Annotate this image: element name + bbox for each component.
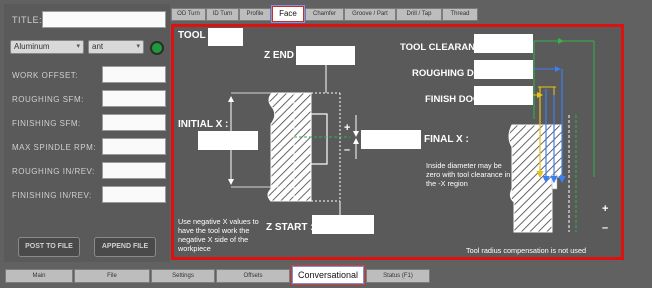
roughing-sfm-label: ROUGHING SFM: (12, 95, 84, 104)
tool-clearance-input[interactable] (474, 34, 533, 53)
tab-groove-part[interactable]: Groove / Part (344, 8, 396, 21)
tab-id-turn[interactable]: ID Turn (206, 8, 239, 21)
finishing-sfm-label: FINISHING SFM: (12, 119, 81, 128)
app-window: TITLE: Aluminum ▾ ant ▾ WORK OFFSET: ROU… (0, 0, 652, 288)
post-to-file-button[interactable]: POST TO FILE (18, 237, 80, 257)
tab-thread[interactable]: Thread (442, 8, 478, 21)
finishing-feed-input[interactable] (102, 186, 166, 203)
face-panel: TOOL : Z END : INITIAL X : + – FINAL X :… (171, 24, 624, 260)
note-tool-radius: Tool radius compensation is not used (466, 246, 587, 255)
final-x-input[interactable] (361, 130, 421, 149)
title-label: TITLE: (12, 15, 43, 25)
tab-main[interactable]: Main (5, 269, 73, 283)
material-select-value: Aluminum (14, 42, 50, 51)
roughing-feed-input[interactable] (102, 162, 166, 179)
z-end-input[interactable] (296, 46, 355, 65)
note-inside-diameter: Inside diameter may be zero with tool cl… (426, 161, 511, 188)
tab-chamfer[interactable]: Chamfer (305, 8, 344, 21)
append-file-button[interactable]: APPEND FILE (94, 237, 156, 257)
work-offset-label: WORK OFFSET: (12, 71, 78, 80)
tab-face[interactable]: Face (272, 6, 304, 22)
note-negative-x: Use negative X values to have the tool w… (178, 217, 259, 253)
z-end-label: Z END : (264, 50, 301, 61)
tab-conversational[interactable]: Conversational (292, 266, 364, 284)
units-select-value: ant (92, 42, 104, 51)
tool-input[interactable] (208, 28, 243, 46)
tab-status[interactable]: Status (F1) (366, 269, 430, 283)
finish-doc-label: FINISH DOC (425, 94, 480, 105)
roughing-doc-input[interactable] (474, 60, 533, 79)
tab-settings[interactable]: Settings (151, 269, 215, 283)
max-spindle-rpm-label: MAX SPINDLE RPM: (12, 143, 97, 152)
finish-doc-input[interactable] (474, 86, 533, 105)
units-select[interactable]: ant ▾ (88, 40, 144, 54)
settings-panel: TITLE: Aluminum ▾ ant ▾ WORK OFFSET: ROU… (4, 4, 170, 262)
chevron-down-icon: ▾ (136, 43, 140, 50)
z-start-label: Z START : (266, 222, 314, 233)
title-input[interactable] (42, 11, 166, 28)
z-start-input[interactable] (312, 215, 374, 234)
initial-x-input[interactable] (198, 131, 258, 150)
tool-label: TOOL : (178, 30, 212, 41)
tab-offsets[interactable]: Offsets (216, 269, 290, 283)
minus-sign-right: – (602, 222, 609, 234)
tab-drill-tap[interactable]: Drill / Tap (396, 8, 442, 21)
minus-sign: – (344, 144, 351, 156)
finishing-sfm-input[interactable] (102, 114, 166, 131)
chevron-down-icon: ▾ (76, 43, 80, 50)
roughing-sfm-input[interactable] (102, 90, 166, 107)
tab-od-turn[interactable]: OD Turn (171, 8, 206, 21)
tab-file[interactable]: File (74, 269, 150, 283)
plus-sign: + (344, 122, 351, 134)
final-x-label: FINAL X : (424, 134, 469, 145)
work-offset-input[interactable] (102, 66, 166, 83)
max-spindle-rpm-input[interactable] (102, 138, 166, 155)
initial-x-label: INITIAL X : (178, 119, 229, 130)
status-led-icon (150, 41, 164, 55)
plus-sign-right: + (602, 203, 609, 215)
tab-profile[interactable]: Profile (239, 8, 271, 21)
finishing-feed-label: FINISHING IN/REV: (12, 191, 92, 200)
material-select[interactable]: Aluminum ▾ (10, 40, 84, 54)
roughing-feed-label: ROUGHING IN/REV: (12, 167, 95, 176)
